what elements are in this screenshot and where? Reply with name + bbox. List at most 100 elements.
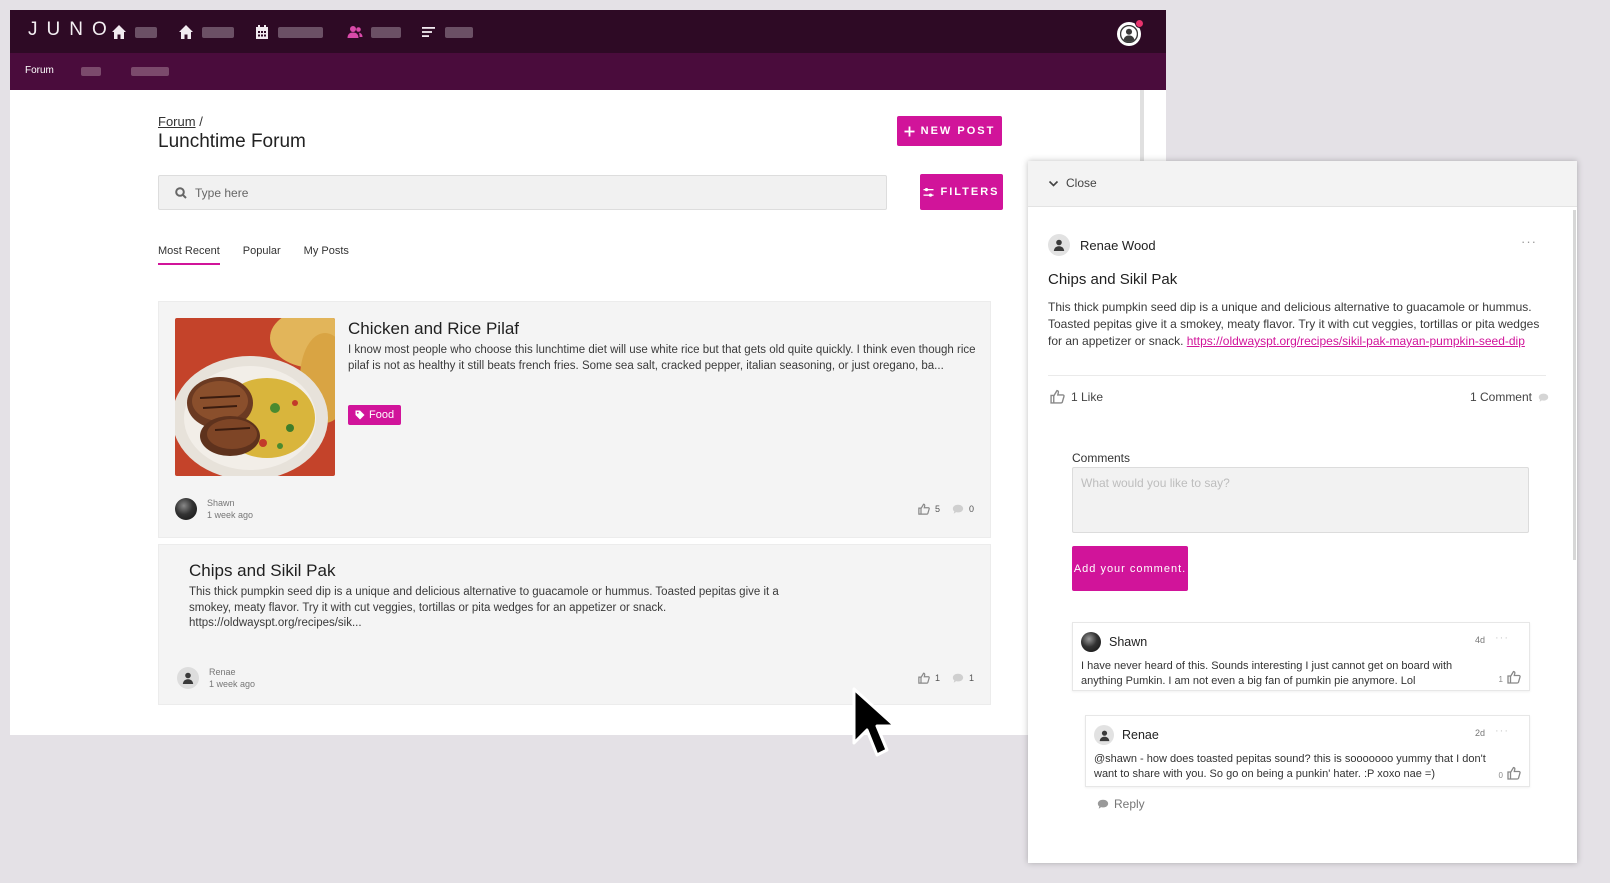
sub-navigation: Forum [10,53,1166,90]
notification-badge [1135,19,1144,28]
post-author[interactable]: Shawn 1 week ago [175,497,253,521]
comment-author-name: Renae [1122,728,1159,742]
comment-author-name: Shawn [1109,635,1148,649]
more-options-icon[interactable]: ··· [1495,632,1509,644]
comment-like-button[interactable]: 1 [1499,670,1521,684]
author-name: Shawn [207,498,235,508]
breadcrumb-link-forum[interactable]: Forum [158,114,196,129]
comment-count[interactable]: 1 Comment [1470,390,1549,404]
avatar [177,667,199,689]
nav-label-placeholder [278,26,323,38]
subnav-item-forum[interactable]: Forum [25,65,54,76]
reply-button[interactable]: Reply [1097,797,1145,811]
comment-count-value: 1 [968,673,974,683]
comment-icon [952,673,964,683]
avatar [1081,632,1101,652]
add-comment-button[interactable]: Add your comment. [1072,546,1188,591]
post-title[interactable]: Chicken and Rice Pilaf [348,319,519,339]
tag-icon [355,410,365,420]
search-icon [175,187,187,199]
thumbs-up-icon [918,503,930,515]
chevron-down-icon [1048,180,1059,187]
nav-label-placeholder [135,26,157,38]
user-icon [1053,239,1065,251]
likes-label: 1 Like [1071,389,1104,404]
comment-author[interactable]: Shawn [1081,632,1147,652]
more-options-icon[interactable]: ··· [1495,725,1509,737]
mouse-cursor-icon [852,687,897,757]
nav-item-people[interactable] [347,24,401,40]
breadcrumb-separator: / [199,114,203,129]
comment-count[interactable]: 1 [952,672,974,684]
top-navigation: JUNO [10,10,1166,53]
comment-like-count: 1 [1498,675,1503,684]
author-name: Renae Wood [1080,237,1156,253]
thumbs-up-icon [1507,766,1521,780]
post-detail-drawer: Close Renae Wood ··· Chips and Sikil Pak… [1028,161,1577,863]
comments-heading: Comments [1072,451,1131,465]
like-count[interactable]: 1 [918,672,940,684]
filters-label: FILTERS [940,186,1000,198]
post-excerpt: I know most people who choose this lunch… [348,344,976,372]
recipe-link[interactable]: https://oldwayspt.org/recipes/sikil-pak-… [1187,334,1525,348]
tab-popular[interactable]: Popular [243,245,281,265]
tag-label: Food [369,409,395,421]
like-button[interactable]: 1 Like [1050,389,1103,404]
food-photo [175,318,335,476]
post-thumbnail[interactable] [175,318,335,476]
list-icon [422,27,435,37]
people-icon [347,26,363,38]
tag-food[interactable]: Food [348,405,402,425]
comment-count[interactable]: 0 [952,503,974,515]
close-drawer-button[interactable]: Close [1048,176,1097,190]
post-time: 1 week ago [207,510,254,520]
subnav-item-placeholder[interactable] [81,67,101,76]
avatar [1048,234,1070,256]
comment-icon [1538,393,1549,402]
calendar-icon [256,25,268,39]
nav-item-home[interactable] [111,24,157,40]
comment: Shawn 4d ··· I have never heard of this.… [1072,622,1530,691]
comment-count-value: 0 [968,504,974,514]
search-input[interactable] [193,181,873,205]
post-excerpt: This thick pumpkin seed dip is a unique … [189,586,779,629]
comment-text: @shawn - how does toasted pepitas sound?… [1094,753,1486,780]
comment-reply: Renae 2d ··· @shawn - how does toasted p… [1085,715,1530,787]
tab-most-recent[interactable]: Most Recent [158,245,220,265]
post-card[interactable]: Chicken and Rice Pilaf I know most peopl… [158,301,991,538]
nav-item-calendar[interactable] [254,24,323,40]
drawer-scrollbar[interactable] [1573,210,1576,560]
comment-input[interactable] [1072,467,1529,533]
comment-like-button[interactable]: 0 [1499,766,1521,780]
user-icon [1120,25,1138,43]
comment-icon [1097,799,1109,809]
nav-label-placeholder [202,26,234,38]
user-icon [182,672,194,684]
comments-label: 1 Comment [1469,390,1532,404]
new-post-button[interactable]: NEW POST [897,116,1002,146]
nav-label-placeholder [445,26,473,38]
post-card[interactable]: Chips and Sikil Pak This thick pumpkin s… [158,544,991,705]
comment-time: 2d [1475,728,1486,738]
nav-item-home-2[interactable] [178,24,234,40]
tab-my-posts[interactable]: My Posts [304,245,349,265]
like-count-value: 5 [934,504,940,514]
comment-author[interactable]: Renae [1094,725,1159,745]
juno-logo[interactable]: JUNO [28,19,116,41]
post-title[interactable]: Chips and Sikil Pak [189,561,335,581]
nav-item-menu[interactable] [421,24,473,40]
filters-button[interactable]: FILTERS [920,174,1003,210]
comment-like-count: 0 [1498,771,1503,780]
more-options-icon[interactable]: ··· [1521,234,1537,249]
user-avatar-button[interactable] [1117,19,1144,46]
post-author[interactable]: Renae 1 week ago [177,666,255,690]
post-author[interactable]: Renae Wood [1048,234,1156,256]
breadcrumb: Forum / [158,114,203,129]
post-tabs: Most Recent Popular My Posts [158,245,349,265]
author-name: Renae [209,667,236,677]
thumbs-up-icon [1507,670,1521,684]
post-title: Chips and Sikil Pak [1048,271,1178,288]
like-count[interactable]: 5 [918,503,940,515]
thumbs-up-icon [1050,389,1065,404]
subnav-item-placeholder[interactable] [131,67,169,76]
